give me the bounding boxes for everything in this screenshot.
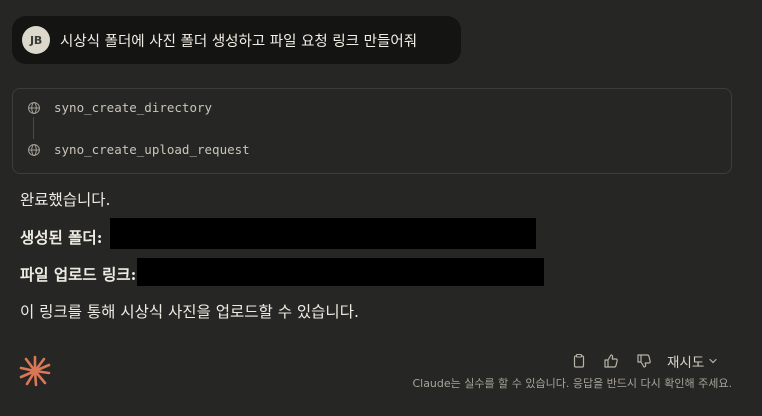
tool-call-create-directory[interactable]: syno_create_directory bbox=[27, 100, 212, 115]
thumbs-down-icon[interactable] bbox=[636, 353, 652, 369]
retry-button[interactable]: 재시도 bbox=[667, 351, 718, 371]
disclaimer-text: Claude는 실수를 할 수 있습니다. 응답을 반드시 다시 확인해 주세요… bbox=[412, 377, 732, 390]
user-message-text: 시상식 폴더에 사진 폴더 생성하고 파일 요청 링크 만들어줘 bbox=[60, 33, 418, 50]
thumbs-up-icon[interactable] bbox=[603, 353, 619, 369]
tool-name: syno_create_upload_request bbox=[54, 142, 250, 157]
upload-link-label: 파일 업로드 링크: bbox=[20, 265, 137, 284]
tool-name: syno_create_directory bbox=[54, 100, 213, 115]
user-avatar[interactable]: JB bbox=[22, 26, 50, 54]
chevron-down-icon bbox=[709, 358, 717, 364]
chat-page: JB 시상식 폴더에 사진 폴더 생성하고 파일 요청 링크 만들어줘 syno… bbox=[0, 0, 762, 416]
response-note: 이 링크를 통해 시상식 사진을 업로드할 수 있습니다. bbox=[20, 303, 359, 321]
globe-icon bbox=[28, 143, 40, 156]
copy-icon[interactable] bbox=[571, 353, 587, 369]
redacted-folder-path bbox=[110, 218, 536, 249]
tool-call-create-upload-request[interactable]: syno_create_upload_request bbox=[27, 142, 250, 157]
retry-label: 재시도 bbox=[667, 355, 705, 371]
claude-logo bbox=[19, 355, 51, 387]
tool-calls-panel: syno_create_directory syno_create_upload… bbox=[12, 88, 732, 174]
tool-connector-line bbox=[33, 117, 34, 139]
created-folder-label: 생성된 폴더: bbox=[20, 228, 103, 247]
response-completed: 완료했습니다. bbox=[20, 191, 111, 209]
globe-icon bbox=[28, 101, 40, 114]
redacted-upload-link bbox=[137, 258, 544, 286]
user-message: JB 시상식 폴더에 사진 폴더 생성하고 파일 요청 링크 만들어줘 bbox=[12, 16, 461, 64]
